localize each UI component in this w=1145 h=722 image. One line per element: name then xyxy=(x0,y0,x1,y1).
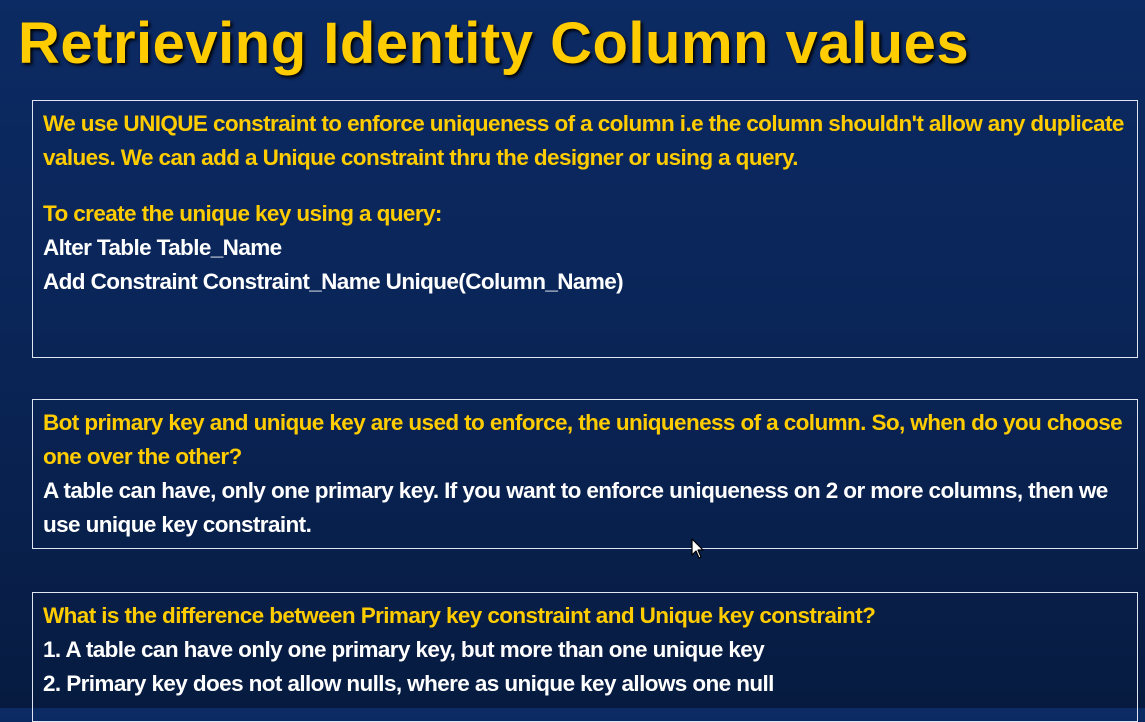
create-unique-key-heading: To create the unique key using a query: xyxy=(43,201,442,226)
unique-constraint-box: We use UNIQUE constraint to enforce uniq… xyxy=(32,100,1138,358)
sql-add-constraint-line: Add Constraint Constraint_Name Unique(Co… xyxy=(43,269,624,294)
key-difference-question: What is the difference between Primary k… xyxy=(43,603,876,628)
sql-alter-table-line: Alter Table Table_Name xyxy=(43,235,282,260)
unique-constraint-description: We use UNIQUE constraint to enforce uniq… xyxy=(43,111,1124,170)
slide-title: Retrieving Identity Column values xyxy=(18,11,970,76)
mouse-pointer-icon xyxy=(691,538,704,559)
key-difference-point-2: 2. Primary key does not allow nulls, whe… xyxy=(43,671,774,696)
choose-key-question: Bot primary key and unique key are used … xyxy=(43,410,1123,469)
key-difference-box: What is the difference between Primary k… xyxy=(32,592,1138,722)
key-difference-point-1: 1. A table can have only one primary key… xyxy=(43,637,765,662)
choose-key-box: Bot primary key and unique key are used … xyxy=(32,399,1138,549)
choose-key-answer: A table can have, only one primary key. … xyxy=(43,478,1108,537)
